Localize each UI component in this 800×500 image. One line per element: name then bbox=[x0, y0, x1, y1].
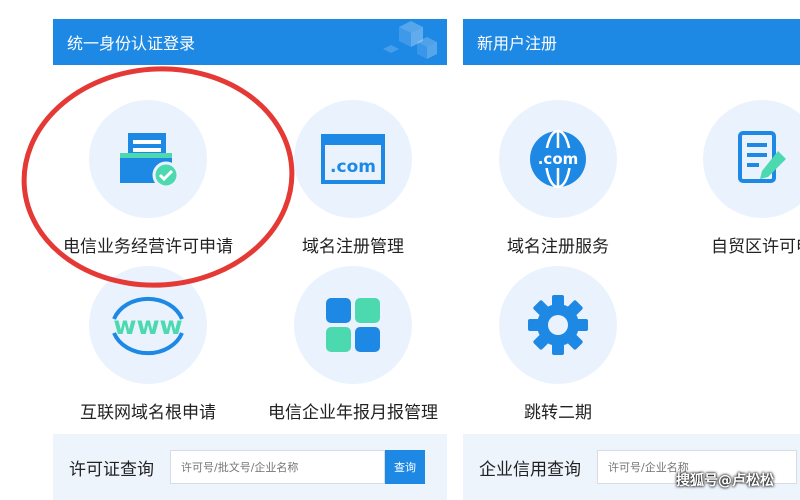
tile-phase-two[interactable]: 跳转二期 bbox=[458, 266, 658, 423]
license-query-label: 许可证查询 bbox=[69, 459, 154, 480]
login-panel-title: 统一身份认证登录 bbox=[67, 34, 196, 53]
document-edit-icon bbox=[738, 131, 786, 183]
tile-label: 跳转二期 bbox=[524, 403, 592, 423]
register-panel-header: 新用户注册 bbox=[463, 19, 800, 65]
tile-label: 域名注册管理 bbox=[302, 237, 404, 257]
license-query-button[interactable]: 查询 bbox=[385, 450, 425, 484]
tile-label: 自贸区许可申 bbox=[711, 237, 800, 257]
register-panel-title: 新用户注册 bbox=[477, 34, 558, 53]
tile-free-trade-zone[interactable]: 自贸区许可申 bbox=[662, 100, 800, 257]
tile-label: 电信业务经营许可申请 bbox=[63, 237, 233, 257]
tile-telecom-license[interactable]: 电信业务经营许可申请 bbox=[48, 100, 248, 257]
tile-label: 互联网域名根申请 bbox=[80, 403, 216, 423]
dotcom-text: .com bbox=[538, 150, 579, 168]
tile-domain-management[interactable]: .com 域名注册管理 bbox=[253, 100, 453, 257]
www-icon: www bbox=[112, 296, 184, 356]
dotcom-globe-icon: .com bbox=[530, 129, 586, 189]
credit-query-label: 企业信用查询 bbox=[479, 459, 581, 480]
dotcom-browser-icon: .com bbox=[321, 134, 385, 184]
tile-report-management[interactable]: 电信企业年报月报管理 bbox=[253, 266, 453, 423]
gear-icon bbox=[528, 295, 588, 355]
watermark-text: 搜狐号@卢松松 bbox=[676, 473, 774, 489]
tile-label: 域名注册服务 bbox=[507, 237, 609, 257]
license-query-bar: 许可证查询 查询 bbox=[53, 434, 447, 500]
license-form-icon bbox=[120, 133, 180, 189]
dashboard-tiles-icon bbox=[326, 298, 380, 352]
login-panel-header: 统一身份认证登录 bbox=[53, 19, 447, 65]
license-query-input[interactable] bbox=[170, 450, 385, 484]
tile-domain-root[interactable]: www 互联网域名根申请 bbox=[48, 266, 248, 423]
cube-decoration-icon bbox=[383, 21, 437, 59]
tile-label: 电信企业年报月报管理 bbox=[268, 403, 438, 423]
dotcom-text: .com bbox=[330, 157, 376, 177]
credit-query-bar: 企业信用查询 bbox=[463, 434, 800, 500]
www-text: www bbox=[113, 311, 182, 340]
tile-domain-service[interactable]: .com 域名注册服务 bbox=[458, 100, 658, 257]
